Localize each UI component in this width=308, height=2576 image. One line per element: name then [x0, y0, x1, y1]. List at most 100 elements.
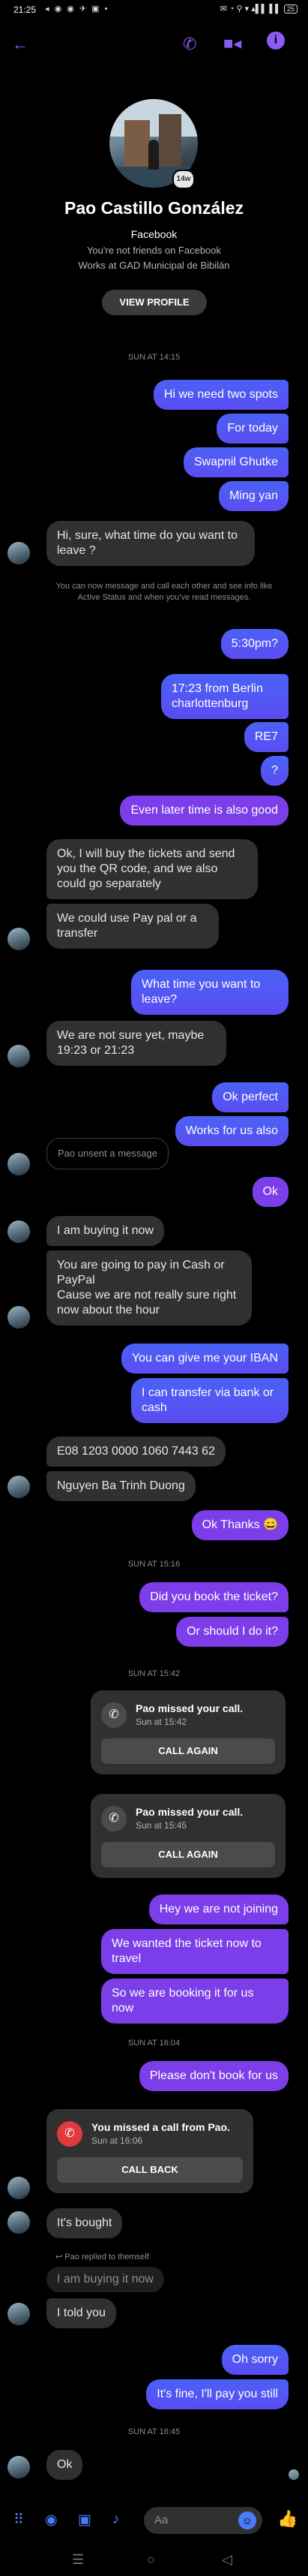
message-outgoing[interactable]: Or should I do it? — [176, 1617, 289, 1647]
video-icon[interactable]: ■◂ — [223, 34, 241, 53]
contact-avatar — [7, 2303, 30, 2325]
call-title: Pao missed your call. — [136, 1702, 244, 1714]
friend-status: You're not friends on Facebook — [86, 245, 222, 256]
message-outgoing[interactable]: Hi we need two spots — [153, 380, 289, 410]
reply-note: ↩ Pao replied to themself — [55, 2252, 149, 2262]
profile-badge: 14w — [172, 170, 195, 189]
conversation-header: ← ✆ ■◂ i — [0, 21, 308, 74]
back-arrow-icon[interactable]: ← — [12, 35, 28, 54]
message-outgoing[interactable]: Please don't book for us — [139, 2061, 289, 2091]
reply-note-text: Pao replied to themself — [64, 2252, 149, 2262]
missed-call-icon: ✆ — [57, 2121, 82, 2147]
message-outgoing[interactable]: Ming yan — [219, 481, 289, 511]
message-outgoing[interactable]: I can transfer via bank or cash — [131, 1378, 289, 1423]
back-icon[interactable]: ◁ — [222, 2552, 232, 2568]
call-back-button[interactable]: CALL BACK — [57, 2157, 243, 2183]
message-incoming[interactable]: It's bought — [46, 2208, 123, 2238]
message-outgoing[interactable]: What time you want to leave? — [131, 970, 289, 1015]
timestamp: SUN AT 16:04 — [127, 2039, 181, 2048]
system-note: You can now message and call each other … — [55, 582, 273, 602]
message-outgoing[interactable]: Hey we are not joining — [148, 1894, 289, 1924]
contact-name: Pao Castillo González — [64, 198, 244, 218]
contact-avatar — [7, 1476, 30, 1498]
view-profile-button[interactable]: VIEW PROFILE — [102, 290, 207, 315]
message-outgoing[interactable]: So we are booking it for us now — [101, 1979, 289, 2024]
battery-icon: 25 — [283, 5, 298, 14]
contact-avatar — [7, 2211, 30, 2234]
contact-avatar — [7, 928, 30, 950]
missed-call-icon: ✆ — [101, 1702, 127, 1728]
message-outgoing[interactable]: Oh sorry — [221, 2345, 289, 2375]
call-time: Sun at 15:45 — [136, 1820, 187, 1831]
contact-avatar — [7, 542, 30, 564]
message-outgoing[interactable]: 17:23 from Berlin charlottenburg — [161, 674, 289, 719]
call-again-button[interactable]: CALL AGAIN — [101, 1842, 275, 1867]
contact-avatar — [7, 1220, 30, 1243]
message-outgoing[interactable]: ? — [261, 756, 289, 786]
message-incoming[interactable]: Ok — [46, 2450, 83, 2480]
grid-icon[interactable]: ⠿ — [13, 2511, 24, 2529]
emoji-icon[interactable]: ☺ — [238, 2511, 256, 2529]
message-incoming[interactable]: Hi, sure, what time do you want to leave… — [46, 521, 255, 566]
unsent-notice: Pao unsent a message — [46, 1138, 169, 1169]
like-icon[interactable]: 👍 — [277, 2509, 298, 2529]
clock: 21:25 — [13, 5, 37, 15]
signal-icons: ✉ ◔ ⚲ ▾ ▴▌▌ ▌▌ — [220, 5, 281, 14]
contact-avatar — [7, 2177, 30, 2199]
missed-call-card: ✆ Pao missed your call. Sun at 15:42 CAL… — [91, 1690, 286, 1774]
contact-avatar — [7, 1045, 30, 1067]
timestamp: SUN AT 15:16 — [127, 1560, 181, 1569]
missed-call-card: ✆ You missed a call from Pao. Sun at 16:… — [46, 2109, 253, 2193]
phone-icon[interactable]: ✆ — [183, 35, 196, 54]
message-outgoing[interactable]: Works for us also — [175, 1116, 289, 1146]
call-title: You missed a call from Pao. — [91, 2121, 230, 2133]
call-again-button[interactable]: CALL AGAIN — [101, 1738, 275, 1764]
message-outgoing[interactable]: Ok — [252, 1177, 289, 1207]
timestamp: SUN AT 14:15 — [127, 353, 181, 362]
missed-call-icon: ✆ — [101, 1806, 127, 1831]
system-navigation-bar: ☰ ○ ◁ — [0, 2544, 308, 2576]
microphone-icon[interactable]: ♪ — [112, 2511, 120, 2528]
message-input[interactable]: Aa ☺ — [144, 2507, 262, 2534]
message-outgoing[interactable]: Did you book the ticket? — [139, 1582, 289, 1612]
image-icon[interactable]: ▣ — [78, 2511, 91, 2529]
info-icon[interactable]: i — [267, 32, 285, 50]
camera-icon[interactable]: ◉ — [45, 2511, 58, 2529]
message-outgoing[interactable]: 5:30pm? — [220, 629, 289, 659]
quoted-message[interactable]: I am buying it now — [46, 2267, 164, 2292]
timestamp: SUN AT 15:42 — [127, 1669, 181, 1678]
profile-source: Facebook — [130, 228, 178, 240]
message-incoming[interactable]: E08 1203 0000 1060 7443 62 — [46, 1437, 226, 1467]
message-incoming[interactable]: We are not sure yet, maybe 19:23 or 21:2… — [46, 1021, 226, 1066]
message-outgoing[interactable]: Ok Thanks 😄 — [191, 1510, 289, 1540]
message-incoming[interactable]: Nguyen Ba Trinh Duong — [46, 1471, 196, 1501]
message-outgoing[interactable]: It's fine, I'll pay you still — [146, 2379, 289, 2409]
seen-avatar — [289, 2469, 299, 2480]
status-bar: 21:25 ◂ ◉ ◉ ✈ ▣ • ✉ ◔ ⚲ ▾ ▴▌▌ ▌▌ 25 — [0, 0, 308, 20]
message-incoming[interactable]: Ok, I will buy the tickets and send you … — [46, 839, 258, 899]
missed-call-card: ✆ Pao missed your call. Sun at 15:45 CAL… — [91, 1794, 286, 1878]
call-time: Sun at 15:42 — [136, 1717, 187, 1727]
message-outgoing[interactable]: Ok perfect — [212, 1082, 289, 1112]
message-incoming[interactable]: I am buying it now — [46, 1216, 164, 1246]
message-outgoing[interactable]: You can give me your IBAN — [121, 1344, 289, 1374]
contact-avatar — [7, 2456, 30, 2478]
recents-icon[interactable]: ☰ — [72, 2552, 84, 2568]
message-outgoing[interactable]: Even later time is also good — [120, 796, 289, 826]
message-outgoing[interactable]: For today — [217, 414, 289, 444]
system-icons: ✉ ◔ ⚲ ▾ ▴▌▌ ▌▌ 25 — [220, 4, 298, 14]
call-time: Sun at 16:06 — [91, 2135, 143, 2146]
message-incoming[interactable]: I told you — [46, 2298, 116, 2328]
timestamp: SUN AT 16:45 — [127, 2427, 181, 2436]
message-incoming[interactable]: We could use Pay pal or a transfer — [46, 904, 219, 949]
notification-icons: ◂ ◉ ◉ ✈ ▣ • — [45, 5, 109, 14]
message-placeholder: Aa — [154, 2514, 169, 2526]
message-incoming[interactable]: You are going to pay in Cash or PayPal C… — [46, 1250, 252, 1326]
message-composer: ⠿ ◉ ▣ ♪ Aa ☺ 👍 — [0, 2499, 308, 2541]
contact-avatar — [7, 1306, 30, 1329]
message-outgoing[interactable]: RE7 — [244, 722, 289, 752]
message-outgoing[interactable]: Swapnil Ghutke — [183, 447, 289, 477]
message-outgoing[interactable]: We wanted the ticket now to travel — [101, 1929, 289, 1974]
contact-avatar — [7, 1153, 30, 1175]
home-icon[interactable]: ○ — [147, 2552, 155, 2568]
